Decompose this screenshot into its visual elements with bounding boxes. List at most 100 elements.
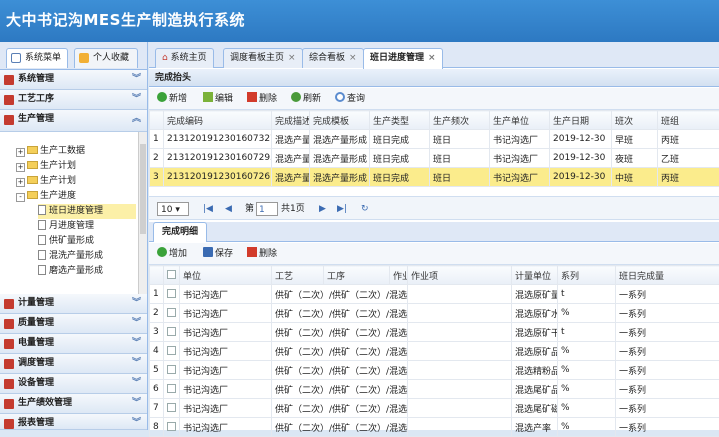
- tab-detail[interactable]: 完成明细: [153, 222, 207, 242]
- close-icon[interactable]: ×: [428, 53, 436, 63]
- tab-favorites[interactable]: 个人收藏: [74, 48, 138, 68]
- tab-system-menu[interactable]: 系统菜单: [6, 48, 68, 68]
- edit-button[interactable]: 编辑: [203, 91, 233, 107]
- section-measure[interactable]: 计量管理︾: [0, 294, 147, 314]
- table-row[interactable]: 2 21312019123016072939 混选产量 混选产量形成 班日完成 …: [150, 149, 719, 168]
- section-report[interactable]: 报表管理︾: [0, 414, 147, 430]
- row-checkbox[interactable]: [164, 399, 180, 418]
- detail-add-button[interactable]: 增加: [157, 246, 187, 262]
- header-grid-columns: 完成编码 完成描述 完成模板 生产类型 生产频次 生产单位 生产日期 班次 班组: [150, 111, 719, 130]
- table-cell: 混选产量形成: [310, 149, 370, 168]
- column-header[interactable]: 工序: [324, 266, 390, 285]
- scrollbar-thumb[interactable]: [140, 144, 146, 234]
- table-row[interactable]: 5书记沟选厂供矿（二次）/供矿（二次）/混选混选精粉品位%一系列33.22: [150, 361, 719, 380]
- collapse-icon[interactable]: -: [16, 193, 25, 202]
- row-number: 3: [150, 168, 164, 187]
- column-header[interactable]: 生产频次: [430, 111, 490, 130]
- row-checkbox[interactable]: [164, 418, 180, 437]
- column-header[interactable]: 单位: [180, 266, 272, 285]
- table-cell: 21312019123016072939: [164, 149, 272, 168]
- column-header[interactable]: 工艺: [272, 266, 324, 285]
- tree-node-grinding[interactable]: 磨选产量形成: [38, 264, 103, 279]
- table-cell: 书记沟选厂: [180, 342, 272, 361]
- section-production[interactable]: 生产管理 ︽: [0, 110, 147, 132]
- tree-node-folder[interactable]: +生产计划: [16, 159, 76, 174]
- column-header[interactable]: 班次: [612, 111, 658, 130]
- column-header[interactable]: 完成模板: [310, 111, 370, 130]
- close-icon[interactable]: ×: [288, 53, 296, 63]
- table-row[interactable]: 2书记沟选厂供矿（二次）/供矿（二次）/混选混选原矿水分%一系列2.15: [150, 304, 719, 323]
- page-number-input[interactable]: 1: [256, 202, 278, 216]
- row-checkbox[interactable]: [164, 304, 180, 323]
- tree-node-folder[interactable]: +生产计划: [16, 174, 76, 189]
- expand-icon[interactable]: +: [16, 163, 25, 172]
- tab-daily-progress[interactable]: 班日进度管理×: [363, 48, 443, 69]
- table-row[interactable]: 8书记沟选厂供矿（二次）/供矿（二次）/混选混选产率%一系列88.52: [150, 418, 719, 437]
- table-row[interactable]: 1书记沟选厂供矿（二次）/供矿（二次）/混选混选原矿量t一系列6666.38: [150, 285, 719, 304]
- row-number: 7: [150, 399, 164, 418]
- close-icon[interactable]: ×: [349, 53, 357, 63]
- section-process[interactable]: 工艺工序 ︾: [0, 90, 147, 110]
- tab-dispatch-board[interactable]: 调度看板主页×: [223, 48, 303, 68]
- first-page-icon[interactable]: |◀: [203, 202, 213, 216]
- column-header[interactable]: 完成编码: [164, 111, 272, 130]
- row-checkbox[interactable]: [164, 361, 180, 380]
- section-performance[interactable]: 生产绩效管理︾: [0, 394, 147, 414]
- prev-page-icon[interactable]: ◀: [225, 202, 232, 216]
- table-row[interactable]: 3书记沟选厂供矿（二次）/供矿（二次）/混选混选原矿干量t一系列5661.29: [150, 323, 719, 342]
- table-cell: 夜班: [612, 149, 658, 168]
- column-header[interactable]: 计量单位: [512, 266, 558, 285]
- next-page-icon[interactable]: ▶: [319, 202, 326, 216]
- query-button[interactable]: 查询: [335, 91, 365, 107]
- row-checkbox[interactable]: [164, 380, 180, 399]
- section-power[interactable]: 电量管理︾: [0, 334, 147, 354]
- detail-grid-columns: 单位 工艺 工序 作业 作业项 计量单位 系列 班日完成量: [150, 266, 719, 285]
- tab-home[interactable]: ⌂ 系统主页: [155, 48, 214, 68]
- select-all-checkbox[interactable]: [164, 266, 180, 285]
- column-header[interactable]: 生产类型: [370, 111, 430, 130]
- table-cell: 混选产率: [512, 418, 558, 437]
- column-header[interactable]: 系列: [558, 266, 616, 285]
- column-header[interactable]: 班组: [658, 111, 719, 130]
- table-row[interactable]: 4书记沟选厂供矿（二次）/供矿（二次）/混选混选原矿品位%一系列33.50: [150, 342, 719, 361]
- tree-scrollbar[interactable]: [138, 132, 147, 298]
- tree-node-daily-progress[interactable]: 班日进度管理: [38, 204, 136, 219]
- section-dispatch[interactable]: 调度管理︾: [0, 354, 147, 374]
- section-system[interactable]: 系统管理 ︾: [0, 70, 147, 90]
- delete-button[interactable]: 删除: [247, 91, 277, 107]
- section-quality[interactable]: 质量管理︾: [0, 314, 147, 334]
- tree-node-supply[interactable]: 供矿量形成: [38, 234, 94, 249]
- column-header[interactable]: 生产日期: [550, 111, 612, 130]
- home-icon: ⌂: [162, 53, 168, 63]
- row-checkbox[interactable]: [164, 285, 180, 304]
- table-cell: 一系列: [616, 304, 719, 323]
- refresh-button[interactable]: 刷新: [291, 91, 321, 107]
- expand-icon[interactable]: +: [16, 178, 25, 187]
- tree-node-folder[interactable]: +生产工数据: [16, 144, 85, 159]
- table-row[interactable]: 6书记沟选厂供矿（二次）/供矿（二次）/混选混选尾矿品位%一系列10.53: [150, 380, 719, 399]
- table-row-selected[interactable]: 3 21312019123016072617 混选产量 混选产量形成 班日完成 …: [150, 168, 719, 187]
- table-row[interactable]: 7书记沟选厂供矿（二次）/供矿（二次）/混选混选尾矿磁性铁品位%一系列0.98: [150, 399, 719, 418]
- page-size-select[interactable]: 10 ▾: [157, 202, 189, 216]
- tab-system-menu-label: 系统菜单: [25, 53, 61, 63]
- last-page-icon[interactable]: ▶|: [337, 202, 347, 216]
- detail-delete-button[interactable]: 删除: [247, 246, 277, 262]
- row-checkbox[interactable]: [164, 342, 180, 361]
- column-header[interactable]: 作业: [390, 266, 408, 285]
- table-row[interactable]: 1 21312019123016073275 混选产量 混选产量形成 班日完成 …: [150, 130, 719, 149]
- tree-node-folder[interactable]: -生产进度: [16, 189, 76, 204]
- column-header[interactable]: 班日完成量: [616, 266, 719, 285]
- column-header[interactable]: 作业项: [408, 266, 512, 285]
- tab-overview-board[interactable]: 综合看板×: [302, 48, 364, 68]
- column-header[interactable]: 生产单位: [490, 111, 550, 130]
- save-button[interactable]: 保存: [203, 246, 233, 262]
- add-button[interactable]: 新增: [157, 91, 187, 107]
- tree-node-mixed[interactable]: 混洗产量形成: [38, 249, 103, 264]
- expand-icon[interactable]: +: [16, 148, 25, 157]
- table-cell: %: [558, 342, 616, 361]
- row-checkbox[interactable]: [164, 323, 180, 342]
- column-header[interactable]: 完成描述: [272, 111, 310, 130]
- tree-node-monthly-progress[interactable]: 月进度管理: [38, 219, 94, 234]
- pager-refresh-icon[interactable]: ↻: [361, 202, 369, 216]
- section-equipment[interactable]: 设备管理︾: [0, 374, 147, 394]
